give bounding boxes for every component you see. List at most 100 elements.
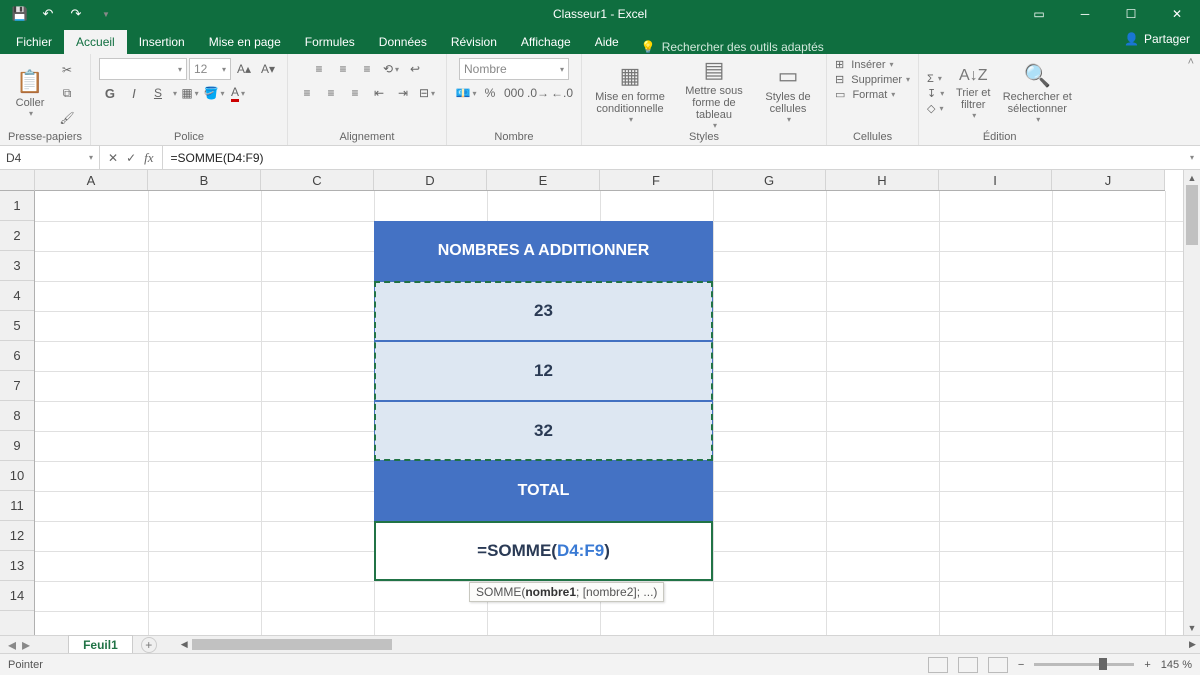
zoom-slider[interactable]: [1034, 663, 1134, 666]
formula-cell[interactable]: =SOMME(D4:F9): [374, 521, 713, 581]
decrease-font-icon[interactable]: A▾: [257, 58, 279, 80]
maximize-icon[interactable]: ☐: [1108, 0, 1154, 28]
undo-icon[interactable]: ↶: [38, 4, 58, 24]
format-as-table-button[interactable]: ▤ Mettre sous forme de tableau▾: [674, 61, 754, 127]
fx-icon[interactable]: fx: [144, 150, 153, 166]
col-header-I[interactable]: I: [939, 170, 1052, 190]
sheet-tab-feuil1[interactable]: Feuil1: [68, 635, 133, 654]
font-color-icon[interactable]: A▾: [227, 82, 249, 104]
delete-button[interactable]: ⊟ Supprimer▾: [835, 73, 910, 86]
scroll-down-icon[interactable]: ▼: [1184, 620, 1200, 635]
cancel-formula-icon[interactable]: ✕: [108, 151, 118, 165]
row-header-14[interactable]: 14: [0, 581, 34, 611]
tab-formules[interactable]: Formules: [293, 30, 367, 54]
col-header-F[interactable]: F: [600, 170, 713, 190]
page-layout-view-icon[interactable]: [958, 657, 978, 673]
col-header-E[interactable]: E: [487, 170, 600, 190]
decrease-indent-icon[interactable]: ⇤: [368, 82, 390, 104]
col-header-B[interactable]: B: [148, 170, 261, 190]
zoom-level[interactable]: 145 %: [1161, 659, 1192, 671]
scroll-right-icon[interactable]: ▶: [1185, 636, 1200, 653]
enter-formula-icon[interactable]: ✓: [126, 151, 136, 165]
formula-input[interactable]: =SOMME(D4:F9): [163, 151, 1188, 165]
copy-icon[interactable]: ⧉: [56, 83, 78, 105]
col-header-A[interactable]: A: [35, 170, 148, 190]
close-icon[interactable]: ✕: [1154, 0, 1200, 28]
row-header-7[interactable]: 7: [0, 371, 34, 401]
select-all-corner[interactable]: [0, 170, 35, 191]
cell-styles-button[interactable]: ▭ Styles de cellules▾: [758, 61, 818, 127]
format-button[interactable]: ▭ Format▾: [835, 88, 895, 101]
row-header-8[interactable]: 8: [0, 401, 34, 431]
row-header-12[interactable]: 12: [0, 521, 34, 551]
add-sheet-icon[interactable]: +: [141, 637, 157, 653]
italic-button[interactable]: I: [123, 82, 145, 104]
tab-fichier[interactable]: Fichier: [4, 30, 64, 54]
normal-view-icon[interactable]: [928, 657, 948, 673]
expand-formula-bar-icon[interactable]: ▾: [1190, 153, 1200, 162]
align-middle-icon[interactable]: ≡: [332, 58, 354, 80]
insert-button[interactable]: ⊞ Insérer▾: [835, 58, 894, 71]
align-center-icon[interactable]: ≡: [320, 82, 342, 104]
clear-button[interactable]: ◇▾: [927, 102, 943, 115]
share-button[interactable]: 👤 Partager: [1124, 32, 1190, 46]
fill-color-icon[interactable]: 🪣▾: [203, 82, 225, 104]
tab-accueil[interactable]: Accueil: [64, 30, 127, 54]
merge-icon[interactable]: ⊟▾: [416, 82, 438, 104]
wrap-text-icon[interactable]: ↩: [404, 58, 426, 80]
col-header-G[interactable]: G: [713, 170, 826, 190]
col-header-H[interactable]: H: [826, 170, 939, 190]
align-right-icon[interactable]: ≡: [344, 82, 366, 104]
tellme-search[interactable]: 💡 Rechercher des outils adaptés: [631, 40, 834, 54]
row-header-6[interactable]: 6: [0, 341, 34, 371]
vertical-scrollbar[interactable]: ▲ ▼: [1183, 170, 1200, 635]
align-left-icon[interactable]: ≡: [296, 82, 318, 104]
row-header-9[interactable]: 9: [0, 431, 34, 461]
fill-button[interactable]: ↧▾: [927, 87, 944, 100]
tab-donnees[interactable]: Données: [367, 30, 439, 54]
page-break-view-icon[interactable]: [988, 657, 1008, 673]
thousands-icon[interactable]: 000: [503, 82, 525, 104]
tab-miseenpage[interactable]: Mise en page: [197, 30, 293, 54]
font-selector[interactable]: ▾: [99, 58, 187, 80]
tab-insertion[interactable]: Insertion: [127, 30, 197, 54]
currency-icon[interactable]: 💶▾: [455, 82, 477, 104]
row-header-4[interactable]: 4: [0, 281, 34, 311]
tab-scroll-left-icon[interactable]: ◂: [8, 635, 16, 655]
sort-filter-button[interactable]: A↓Z Trier et filtrer▾: [948, 61, 998, 127]
row-header-2[interactable]: 2: [0, 221, 34, 251]
coller-button[interactable]: 📋 Coller ▾: [8, 61, 52, 127]
borders-icon[interactable]: ▦▾: [179, 82, 201, 104]
tab-aide[interactable]: Aide: [583, 30, 631, 54]
conditional-format-button[interactable]: ▦ Mise en forme conditionnelle▾: [590, 61, 670, 127]
tab-scroll-right-icon[interactable]: ▸: [22, 635, 30, 655]
increase-decimal-icon[interactable]: .0→: [527, 82, 549, 104]
bold-button[interactable]: G: [99, 82, 121, 104]
minimize-icon[interactable]: ─: [1062, 0, 1108, 28]
name-box[interactable]: D4▾: [0, 146, 100, 169]
cut-icon[interactable]: ✂: [56, 59, 78, 81]
percent-icon[interactable]: %: [479, 82, 501, 104]
row-header-10[interactable]: 10: [0, 461, 34, 491]
align-bottom-icon[interactable]: ≡: [356, 58, 378, 80]
underline-button[interactable]: S: [147, 82, 169, 104]
hscroll-thumb[interactable]: [192, 639, 392, 650]
zoom-in-icon[interactable]: +: [1144, 659, 1150, 671]
row-header-1[interactable]: 1: [0, 191, 34, 221]
save-icon[interactable]: 💾: [10, 4, 30, 24]
header-nombres[interactable]: NOMBRES A ADDITIONNER: [374, 221, 713, 281]
scroll-up-icon[interactable]: ▲: [1184, 170, 1200, 185]
format-painter-icon[interactable]: 🖌: [56, 107, 78, 129]
number-format-selector[interactable]: Nombre▾: [459, 58, 569, 80]
qat-customize-icon[interactable]: ▼: [96, 4, 116, 24]
font-size-selector[interactable]: 12▾: [189, 58, 231, 80]
header-total[interactable]: TOTAL: [374, 461, 713, 521]
decrease-decimal-icon[interactable]: ←.0: [551, 82, 573, 104]
cell-grid[interactable]: NOMBRES A ADDITIONNER231232TOTAL=SOMME(D…: [35, 191, 1183, 635]
row-header-13[interactable]: 13: [0, 551, 34, 581]
autosum-button[interactable]: Σ▾: [927, 73, 942, 85]
increase-indent-icon[interactable]: ⇥: [392, 82, 414, 104]
tab-revision[interactable]: Révision: [439, 30, 509, 54]
find-select-button[interactable]: 🔍 Rechercher et sélectionner▾: [1002, 61, 1072, 127]
collapse-ribbon-icon[interactable]: ˄: [1182, 54, 1200, 145]
